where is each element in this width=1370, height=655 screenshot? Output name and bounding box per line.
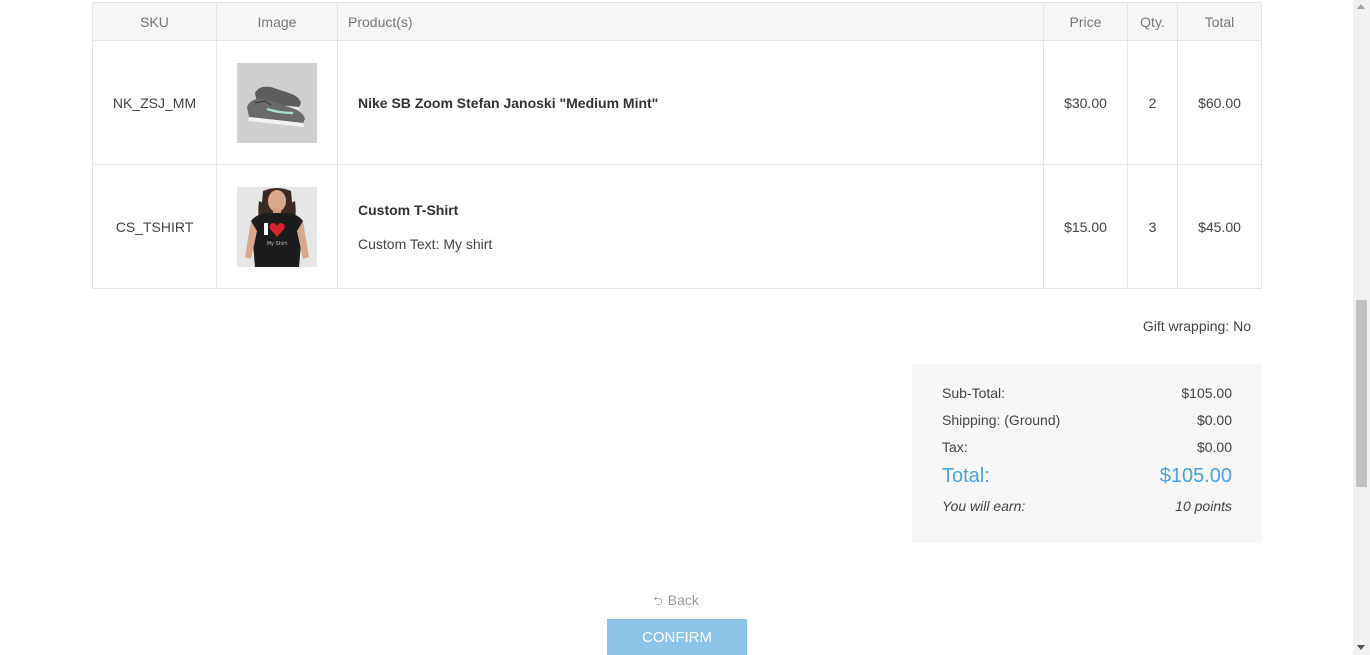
order-totals-box: Sub-Total: $105.00 Shipping: (Ground) $0…: [912, 364, 1262, 543]
shipping-row: Shipping: (Ground) $0.00: [942, 411, 1232, 438]
table-row: CS_TSHIRT My Shirt Custom T-Shirt Custom…: [92, 164, 1262, 289]
header-price: Price: [1043, 2, 1128, 41]
row-price: $15.00: [1043, 164, 1128, 289]
sneaker-image[interactable]: [237, 62, 317, 143]
row-sku: NK_ZSJ_MM: [92, 40, 217, 165]
row-total: $60.00: [1177, 40, 1262, 165]
product-name[interactable]: Nike SB Zoom Stefan Janoski "Medium Mint…: [358, 95, 1043, 111]
row-product: Nike SB Zoom Stefan Janoski "Medium Mint…: [337, 40, 1044, 165]
row-image-cell: [216, 40, 338, 165]
grand-total-row: Total: $105.00: [942, 465, 1232, 497]
row-price: $30.00: [1043, 40, 1128, 165]
tshirt-image[interactable]: My Shirt: [237, 186, 317, 267]
row-image-cell: My Shirt: [216, 164, 338, 289]
shipping-label: Shipping: (Ground): [942, 412, 1061, 428]
table-header-row: SKU Image Product(s) Price Qty. Total: [92, 2, 1262, 41]
reward-points-label: You will earn:: [942, 498, 1026, 514]
subtotal-label: Sub-Total:: [942, 385, 1006, 401]
header-image: Image: [216, 2, 338, 41]
header-qty: Qty.: [1127, 2, 1178, 41]
row-total: $45.00: [1177, 164, 1262, 289]
tax-label: Tax:: [942, 439, 968, 455]
checkout-review-page: SKU Image Product(s) Price Qty. Total NK…: [0, 0, 1370, 655]
subtotal-row: Sub-Total: $105.00: [942, 384, 1232, 411]
product-option: Custom Text: My shirt: [358, 235, 493, 252]
table-row: NK_ZSJ_MM Nike SB Zoom Stefan Janoski "M…: [92, 40, 1262, 165]
row-sku: CS_TSHIRT: [92, 164, 217, 289]
tax-row: Tax: $0.00: [942, 438, 1232, 465]
scrollbar-thumb[interactable]: [1356, 300, 1367, 487]
row-qty: 2: [1127, 40, 1178, 165]
order-items-table: SKU Image Product(s) Price Qty. Total NK…: [92, 2, 1262, 289]
svg-text:My Shirt: My Shirt: [267, 241, 288, 247]
back-arrow-icon: ⮌: [653, 594, 663, 608]
row-qty: 3: [1127, 164, 1178, 289]
page-scrollbar[interactable]: [1353, 0, 1370, 655]
reward-points-value: 10 points: [1175, 498, 1232, 514]
header-total: Total: [1177, 2, 1262, 41]
header-sku: SKU: [92, 2, 217, 41]
gift-wrapping-status: Gift wrapping: No: [1142, 318, 1251, 334]
reward-points-row: You will earn: 10 points: [942, 497, 1232, 524]
header-products: Product(s): [337, 2, 1044, 41]
scroll-up-arrow-icon[interactable]: [1357, 4, 1365, 9]
tax-value: $0.00: [1196, 439, 1232, 455]
back-label: Back: [667, 592, 699, 608]
shipping-value: $0.00: [1196, 412, 1232, 428]
grand-total-value: $105.00: [1159, 465, 1232, 487]
product-name[interactable]: Custom T-Shirt: [358, 202, 1043, 218]
subtotal-value: $105.00: [1181, 385, 1232, 401]
back-link[interactable]: ⮌ Back: [0, 592, 1352, 613]
row-product: Custom T-Shirt Custom Text: My shirt: [337, 164, 1044, 289]
confirm-button[interactable]: CONFIRM: [607, 619, 747, 655]
grand-total-label: Total:: [942, 465, 990, 487]
scroll-down-arrow-icon[interactable]: [1357, 645, 1365, 650]
